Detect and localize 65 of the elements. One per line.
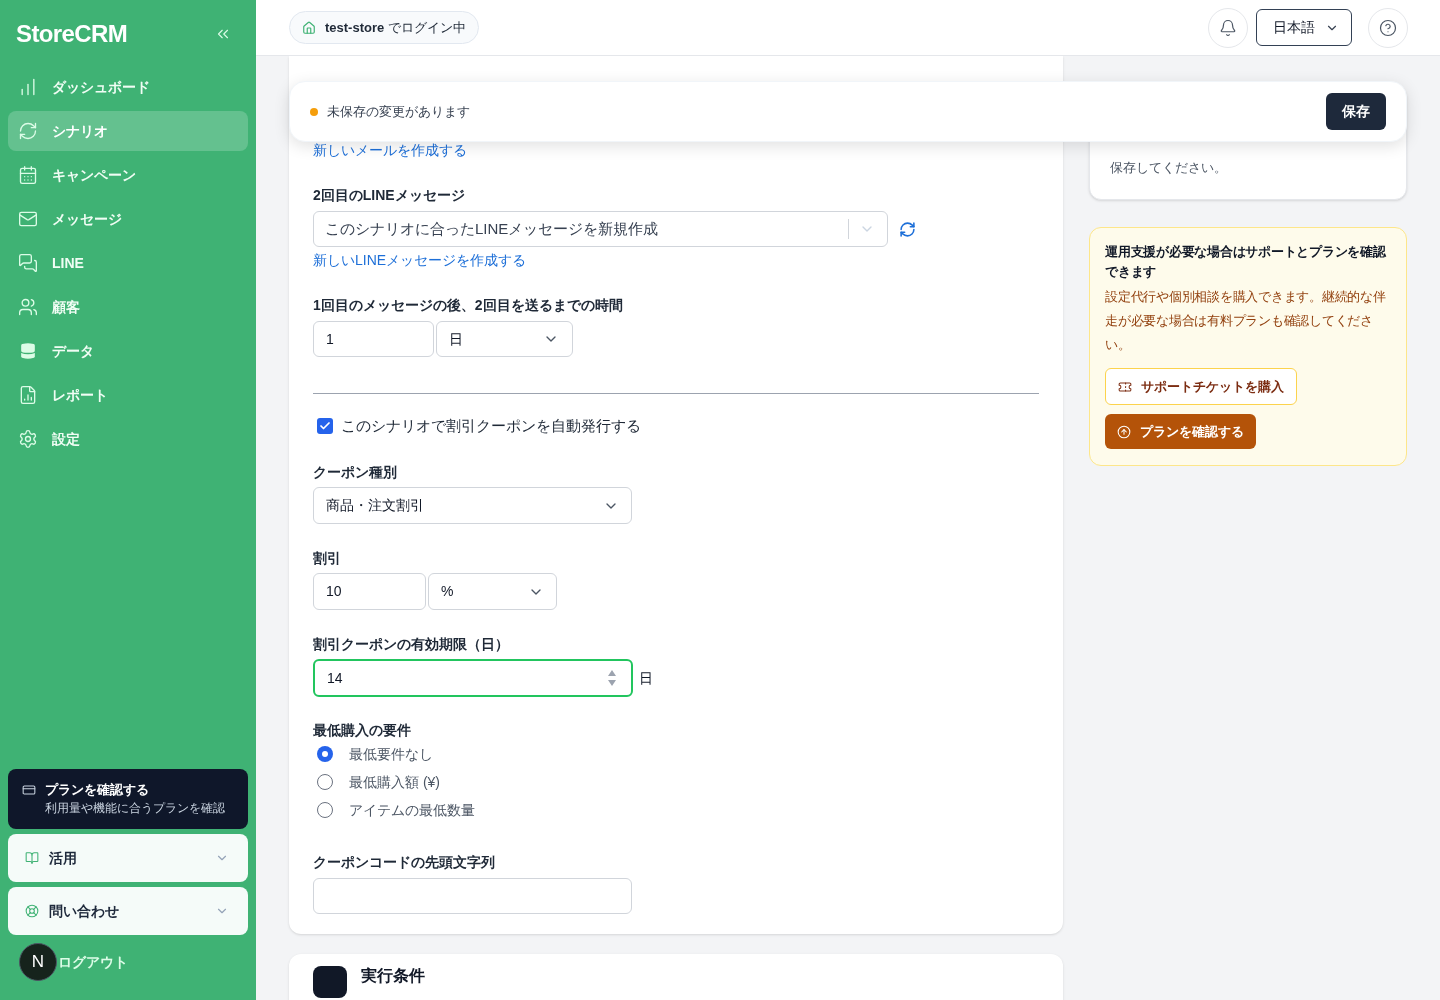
home-icon <box>302 20 316 35</box>
radio-label: 最低購入額 (¥) <box>349 772 440 792</box>
line-message-select[interactable]: このシナリオに合ったLINEメッセージを新規作成 <box>313 211 888 247</box>
expiry-input[interactable]: 14 <box>313 659 633 697</box>
arrow-up-circle-icon <box>1117 424 1131 439</box>
support-description: 設定代行や個別相談を購入できます。継続的な伴走が必要な場合は有料プランも確認してください。 <box>1105 289 1387 354</box>
calendar-icon <box>18 165 38 185</box>
field-label: 2回目のLINEメッセージ <box>313 186 466 205</box>
unit-text: 日 <box>639 668 653 688</box>
plan-card-subtitle: 利用量や機能に合うプランを確認 <box>45 800 225 817</box>
user-avatar[interactable]: N <box>19 943 57 981</box>
bell-icon <box>1219 18 1237 37</box>
language-select[interactable]: 日本語 <box>1256 9 1352 46</box>
radio-label: アイテムの最低数量 <box>349 800 475 820</box>
help-icon <box>1379 18 1397 37</box>
checkbox[interactable] <box>317 418 333 434</box>
field-label: クーポンコードの先頭文字列 <box>313 853 496 872</box>
support-ticket-button[interactable]: サポートチケットを購入 <box>1105 368 1297 405</box>
save-button[interactable]: 保存 <box>1326 93 1386 130</box>
radio-button[interactable] <box>317 746 333 762</box>
accordion-header[interactable]: 活用 <box>8 834 248 882</box>
refresh-icon <box>18 121 38 141</box>
accordion-header[interactable]: 問い合わせ <box>8 887 248 935</box>
section-title: 実行条件 <box>361 966 425 986</box>
field-label: 1回目のメッセージの後、2回目を送るまでの時間 <box>313 296 624 315</box>
check-plan-button[interactable]: プランを確認する <box>1105 414 1256 449</box>
review-note: 保存してください。 <box>1110 159 1228 177</box>
database-icon <box>18 341 38 361</box>
create-line-message-link[interactable]: 新しいLINEメッセージを作成する <box>313 250 527 270</box>
interval-input[interactable]: 1 <box>313 321 434 357</box>
lifebuoy-icon <box>25 904 39 918</box>
field-label: 割引 <box>313 549 342 568</box>
help-button[interactable] <box>1368 7 1408 48</box>
credit-card-icon <box>22 783 36 797</box>
mail-icon <box>18 209 38 229</box>
unsaved-message: 未保存の変更があります <box>327 102 470 121</box>
prefix-input[interactable] <box>313 878 632 914</box>
coupon-type-select[interactable]: 商品・注文割引 <box>313 487 632 524</box>
book-icon <box>25 851 39 865</box>
chat-bubbles-icon <box>18 253 38 273</box>
spinner-arrows-icon[interactable] <box>607 668 617 688</box>
refresh-icon[interactable] <box>899 220 916 238</box>
interval-unit-select[interactable]: 日 <box>436 321 573 357</box>
radio-button[interactable] <box>317 774 333 790</box>
app-logo: StoreCRM <box>16 18 128 49</box>
report-file-icon <box>18 385 38 405</box>
plan-card[interactable]: プランを確認する 利用量や機能に合うプランを確認 <box>8 769 248 829</box>
discount-unit-select[interactable]: % <box>428 573 557 610</box>
check-icon <box>319 420 331 432</box>
support-title: 運用支援が必要な場合はサポートとプランを確認できます <box>1105 244 1387 281</box>
settings-icon <box>18 429 38 449</box>
radio-label: 最低要件なし <box>349 744 433 764</box>
create-mail-link[interactable]: 新しいメールを作成する <box>313 140 467 160</box>
discount-input[interactable]: 10 <box>313 573 426 610</box>
notification-button[interactable] <box>1208 7 1248 48</box>
users-icon <box>18 297 38 317</box>
ticket-icon <box>1118 379 1132 394</box>
plan-card-title: プランを確認する <box>45 781 150 799</box>
square-icon <box>313 966 347 998</box>
login-status-pill: test-store でログイン中 <box>289 11 479 44</box>
field-label: クーポン種別 <box>313 463 398 482</box>
radio-button[interactable] <box>317 802 333 818</box>
field-label: 割引クーポンの有効期限（日） <box>313 635 510 654</box>
checkbox-label: このシナリオで割引クーポンを自動発行する <box>341 416 641 436</box>
field-label: 最低購入の要件 <box>313 721 412 740</box>
